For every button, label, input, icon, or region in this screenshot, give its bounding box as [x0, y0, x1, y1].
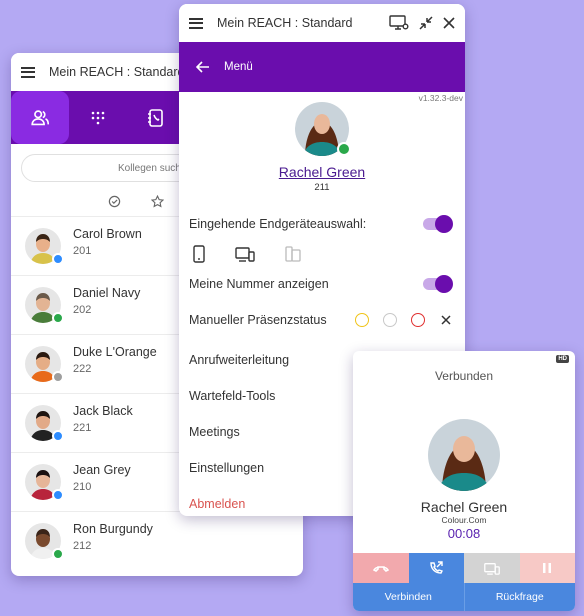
avatar: [25, 464, 64, 501]
menu-item-label: Wartefeld-Tools: [189, 389, 276, 403]
back-arrow-icon[interactable]: [196, 61, 210, 73]
presence-row: Manueller Präsenzstatus: [179, 298, 465, 342]
call-status: Verbunden: [434, 369, 494, 383]
hd-badge: HD: [556, 355, 569, 363]
presence-status-dot: [337, 142, 351, 156]
desktop-device-icon[interactable]: [235, 246, 255, 262]
hamburger-menu-icon[interactable]: [189, 17, 203, 29]
search-placeholder: Kollegen suche: [118, 162, 187, 174]
avatar: [25, 228, 64, 265]
show-number-toggle[interactable]: [423, 275, 453, 293]
presence-offline-option[interactable]: [383, 313, 397, 327]
people-icon: [31, 109, 50, 125]
device-switch-button[interactable]: [464, 553, 520, 583]
tab-colleagues[interactable]: [11, 91, 69, 144]
incoming-device-toggle[interactable]: [423, 215, 453, 233]
show-number-row: Meine Nummer anzeigen: [179, 270, 465, 298]
transfer-call-button[interactable]: [408, 553, 464, 583]
avatar: [25, 287, 64, 324]
mobile-phone-icon[interactable]: [193, 245, 205, 263]
hamburger-menu-icon[interactable]: [21, 66, 35, 78]
call-timer: 00:08: [447, 526, 481, 541]
menu-item-label: Meetings: [189, 425, 240, 439]
avatar: [25, 346, 64, 383]
consult-button[interactable]: Rückfrage: [463, 583, 575, 611]
presence-status-dot: [52, 312, 64, 324]
check-circle-icon[interactable]: [108, 195, 121, 208]
presence-status-dot: [52, 253, 64, 265]
contact-name: Ron Burgundy: [73, 522, 153, 536]
contact-number: 201: [73, 245, 92, 257]
tab-phonebook[interactable]: [127, 91, 185, 144]
tab-dialpad[interactable]: [69, 91, 127, 144]
deskphone-icon[interactable]: [285, 246, 301, 262]
dialpad-icon: [91, 111, 105, 124]
profile-extension: 211: [314, 182, 330, 193]
device-icons: [179, 239, 465, 269]
star-icon[interactable]: [151, 194, 164, 208]
presence-away-option[interactable]: [355, 313, 369, 327]
version-label: v1.32.3-dev: [418, 93, 463, 103]
presence-options: [355, 313, 451, 327]
consult-label: Rückfrage: [495, 591, 544, 603]
phonebook-icon: [148, 108, 163, 127]
presence-status-dot: [52, 489, 64, 501]
contact-name: Carol Brown: [73, 227, 142, 241]
menu-item-label: Anrufweiterleitung: [189, 353, 290, 367]
contact-number: 221: [73, 422, 92, 434]
clear-presence-icon[interactable]: [441, 315, 451, 325]
contact-number: 210: [73, 481, 92, 493]
incoming-device-row: Eingehende Endgeräteauswahl:: [179, 209, 465, 239]
contact-number: 202: [73, 304, 92, 316]
incoming-device-label: Eingehende Endgeräteauswahl:: [189, 217, 367, 231]
contact-name: Daniel Navy: [73, 286, 141, 300]
monitor-settings-icon[interactable]: [389, 15, 409, 31]
caller-name: Rachel Green: [420, 499, 508, 515]
desktop-device-icon: [483, 562, 500, 575]
call-window: HD Verbunden Rachel Green Colour.Com 00:…: [353, 351, 575, 611]
collapse-icon[interactable]: [419, 16, 433, 30]
phone-forward-icon: [430, 561, 444, 574]
back-window-title: Mein REACH : Standard: [49, 65, 185, 79]
profile-section: Rachel Green 211: [179, 92, 465, 193]
caller-avatar: [428, 419, 500, 491]
logout-label: Abmelden: [189, 497, 246, 511]
caller-company: Colour.Com: [441, 515, 487, 525]
avatar: [25, 523, 64, 560]
contact-name: Duke L'Orange: [73, 345, 157, 359]
contact-name: Jack Black: [73, 404, 133, 418]
menu-header-label: Menü: [224, 61, 253, 73]
contact-name: Jean Grey: [73, 463, 131, 477]
menu-header: Menü: [179, 42, 465, 92]
contact-list-item[interactable]: Ron Burgundy 212: [11, 511, 303, 570]
call-actions: Verbinden Rückfrage: [353, 583, 575, 611]
menu-item-label: Einstellungen: [189, 461, 265, 475]
connect-label: Verbinden: [384, 591, 432, 603]
main-titlebar: Mein REACH : Standard: [179, 4, 465, 42]
avatar: [25, 405, 64, 442]
avatar: [295, 102, 351, 156]
hold-button[interactable]: [519, 553, 575, 583]
close-icon[interactable]: [443, 17, 455, 29]
presence-status-dot: [52, 548, 64, 560]
caller-photo: [428, 419, 500, 491]
hangup-icon: [372, 566, 389, 572]
presence-status-dot: [52, 371, 64, 383]
pause-icon: [543, 563, 552, 573]
profile-name-link[interactable]: Rachel Green: [179, 164, 465, 180]
contact-number: 212: [73, 540, 92, 552]
presence-status-dot: [52, 430, 64, 442]
hangup-button[interactable]: [353, 553, 409, 583]
main-window-title: Mein REACH : Standard: [217, 16, 353, 30]
call-controls: [353, 553, 575, 583]
presence-label: Manueller Präsenzstatus: [189, 313, 327, 327]
presence-busy-option[interactable]: [411, 313, 425, 327]
show-number-label: Meine Nummer anzeigen: [189, 277, 329, 291]
contact-number: 222: [73, 363, 92, 375]
connect-button[interactable]: Verbinden: [353, 583, 464, 611]
